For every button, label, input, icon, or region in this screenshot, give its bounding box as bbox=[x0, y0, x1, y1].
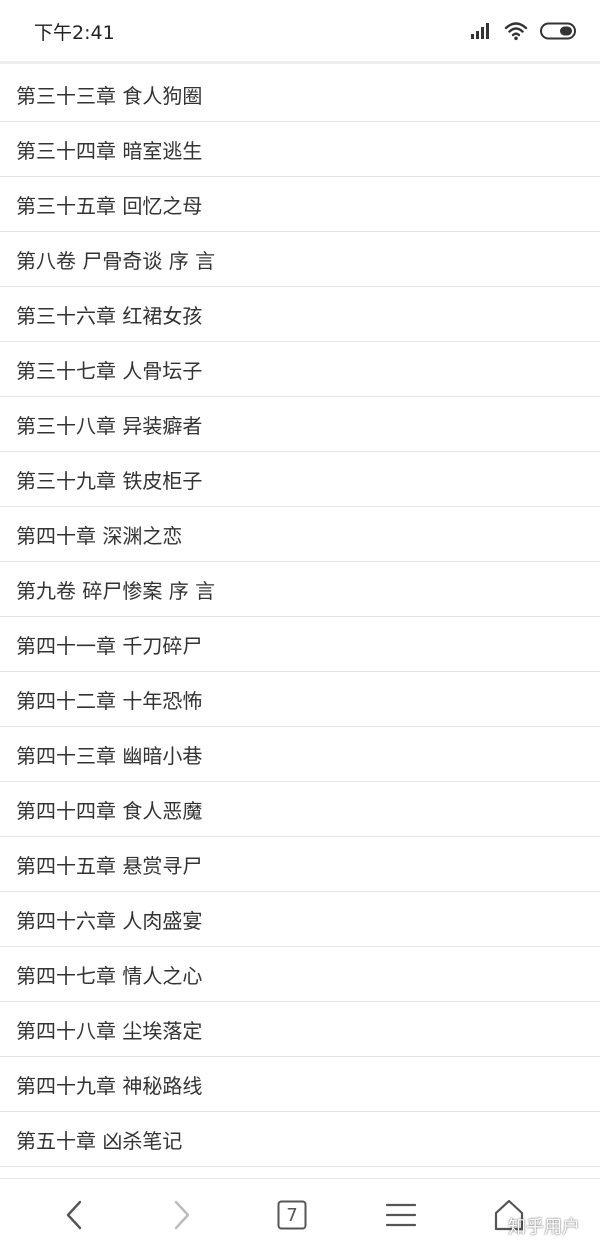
tab-count: 7 bbox=[286, 1204, 298, 1226]
chapter-item[interactable]: 第八卷 尸骨奇谈 序 言 bbox=[0, 232, 600, 287]
back-icon bbox=[66, 1200, 82, 1230]
chapter-item[interactable]: 第四十五章 悬赏寻尸 bbox=[0, 837, 600, 892]
chapter-item[interactable]: 第三十四章 暗室逃生 bbox=[0, 122, 600, 177]
chapter-item[interactable]: 第三十三章 食人狗圈 bbox=[0, 67, 600, 122]
chapter-item[interactable]: 第四十章 深渊之恋 bbox=[0, 507, 600, 562]
chapter-item[interactable]: 第三十九章 铁皮柜子 bbox=[0, 452, 600, 507]
watermark-text: 知乎用户 bbox=[508, 1217, 580, 1238]
chapter-item[interactable]: 第四十六章 人肉盛宴 bbox=[0, 892, 600, 947]
chapter-item[interactable]: 第四十三章 幽暗小巷 bbox=[0, 727, 600, 782]
chapter-item[interactable]: 第九卷 碎尸惨案 序 言 bbox=[0, 562, 600, 617]
menu-button[interactable] bbox=[379, 1193, 423, 1237]
chapter-item[interactable]: 第三十六章 红裙女孩 bbox=[0, 287, 600, 342]
chapter-item[interactable]: 第四十八章 尘埃落定 bbox=[0, 1002, 600, 1057]
signal-icon bbox=[471, 23, 489, 39]
chapter-list: 第三十三章 食人狗圈 第三十四章 暗室逃生 第三十五章 回忆之母 第八卷 尸骨奇… bbox=[0, 67, 600, 1167]
chapter-item[interactable]: 第四十九章 神秘路线 bbox=[0, 1057, 600, 1112]
status-time: 下午2:41 bbox=[34, 22, 115, 44]
battery-icon bbox=[540, 22, 576, 40]
wifi-icon bbox=[504, 22, 528, 41]
chapter-item[interactable]: 第五十章 凶杀笔记 bbox=[0, 1112, 600, 1167]
menu-icon bbox=[386, 1203, 416, 1227]
tabs-button[interactable]: 7 bbox=[270, 1193, 314, 1237]
chapter-item[interactable]: 第三十五章 回忆之母 bbox=[0, 177, 600, 232]
chapter-item[interactable]: 第四十七章 情人之心 bbox=[0, 947, 600, 1002]
chapter-item[interactable]: 第四十四章 食人恶魔 bbox=[0, 782, 600, 837]
chapter-item[interactable]: 第四十一章 千刀碎尸 bbox=[0, 617, 600, 672]
status-icons bbox=[470, 18, 578, 44]
back-button[interactable] bbox=[52, 1193, 96, 1237]
chapter-item[interactable]: 第四十二章 十年恐怖 bbox=[0, 672, 600, 727]
chapter-item[interactable]: 第三十八章 异装癖者 bbox=[0, 397, 600, 452]
chapter-item[interactable]: 第三十七章 人骨坛子 bbox=[0, 342, 600, 397]
forward-button[interactable] bbox=[160, 1193, 204, 1237]
forward-icon bbox=[174, 1200, 190, 1230]
status-bar: 下午2:41 bbox=[0, 0, 600, 64]
